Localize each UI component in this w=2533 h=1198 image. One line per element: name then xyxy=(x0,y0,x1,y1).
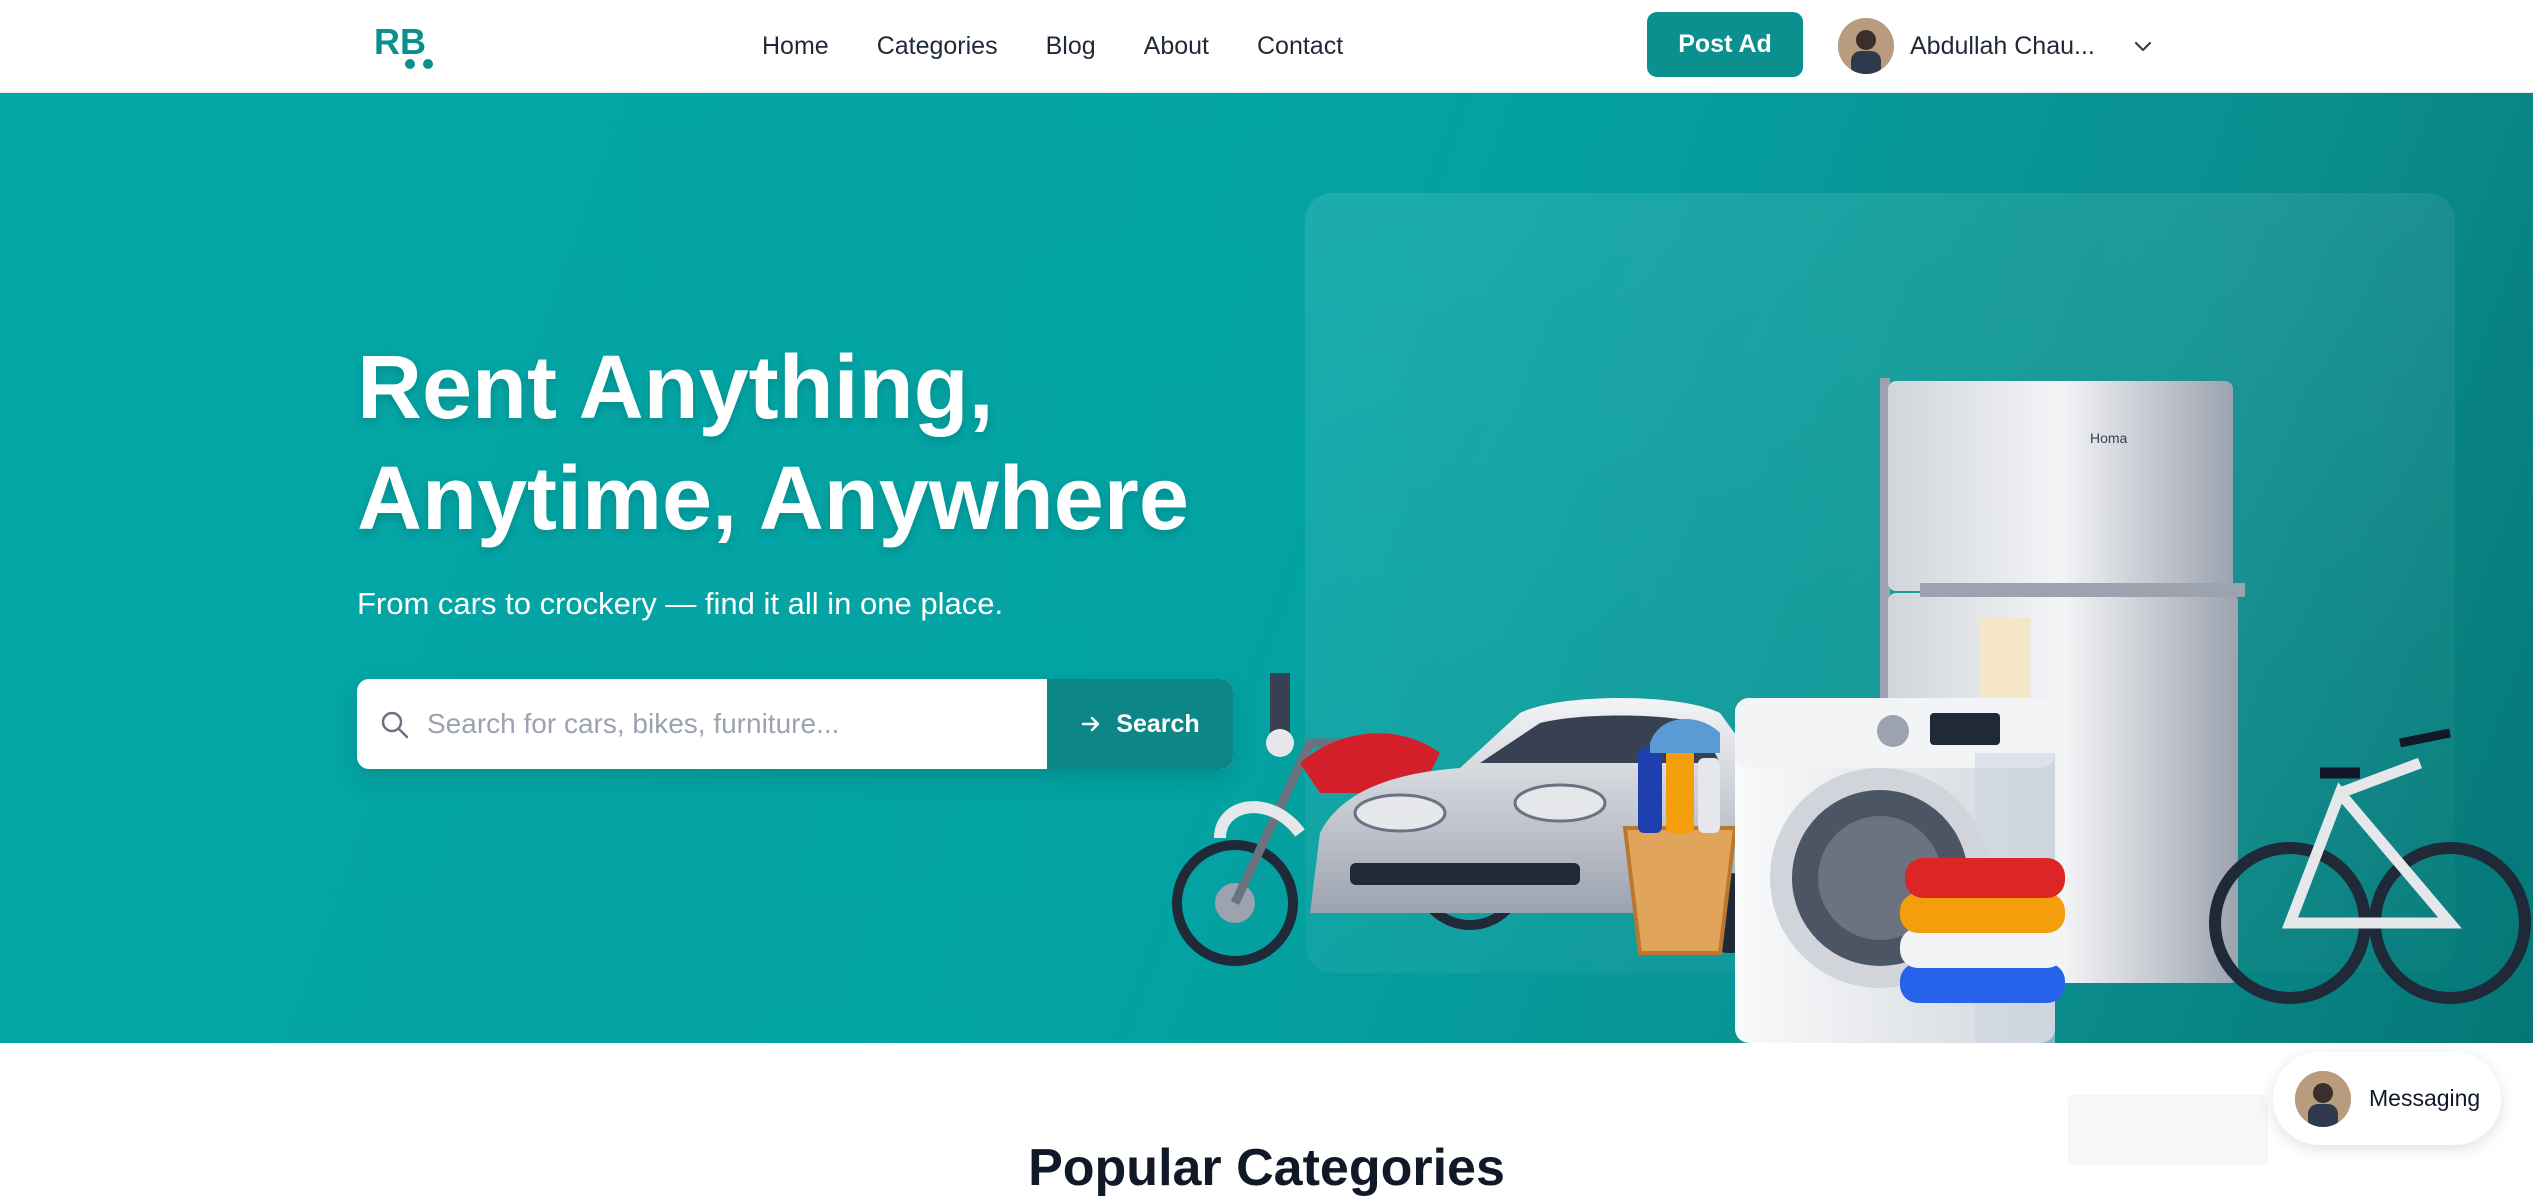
site-header: RB Home Categories Blog About Contact Po… xyxy=(0,0,2533,93)
hero-title: Rent Anything, Anytime, Anywhere xyxy=(357,333,1277,555)
chevron-down-icon[interactable] xyxy=(2132,35,2154,57)
hero-subtitle: From cars to crockery — find it all in o… xyxy=(357,586,1004,621)
nav-categories[interactable]: Categories xyxy=(877,32,998,61)
nav-blog[interactable]: Blog xyxy=(1046,32,1096,61)
messaging-label: Messaging xyxy=(2369,1085,2481,1111)
popular-categories-title: Popular Categories xyxy=(1028,1139,1505,1197)
bicycle-image xyxy=(2209,728,2531,1004)
messaging-widget[interactable]: Messaging xyxy=(2273,1052,2501,1145)
main-nav: Home Categories Blog About Contact xyxy=(762,0,1343,93)
towels-image xyxy=(1900,858,2065,1003)
user-name: Abdullah Chau... xyxy=(1910,31,2095,60)
avatar xyxy=(1838,18,1894,74)
messaging-avatar xyxy=(2295,1070,2351,1127)
hero-title-line1: Rent Anything, xyxy=(357,338,994,438)
hero-title-line2: Anytime, Anywhere xyxy=(357,449,1189,549)
logo-cart-icon[interactable]: RB xyxy=(372,20,440,70)
hero-section: Rent Anything, Anytime, Anywhere From ca… xyxy=(0,93,2533,1043)
fridge-brand: Homa xyxy=(2090,430,2128,446)
user-menu[interactable]: Abdullah Chau... xyxy=(1838,18,2154,74)
arrow-right-icon xyxy=(1082,716,1100,732)
search-icon xyxy=(381,711,409,739)
search-input[interactable] xyxy=(427,679,1047,769)
nav-about[interactable]: About xyxy=(1144,32,1209,61)
nav-home[interactable]: Home xyxy=(762,32,829,61)
post-ad-button[interactable]: Post Ad xyxy=(1647,12,1803,77)
nav-contact[interactable]: Contact xyxy=(1257,32,1343,61)
hero-products-image: Homa xyxy=(1172,378,2531,1043)
search-bar: Search xyxy=(357,679,1233,769)
logo-text: RB xyxy=(374,21,426,62)
